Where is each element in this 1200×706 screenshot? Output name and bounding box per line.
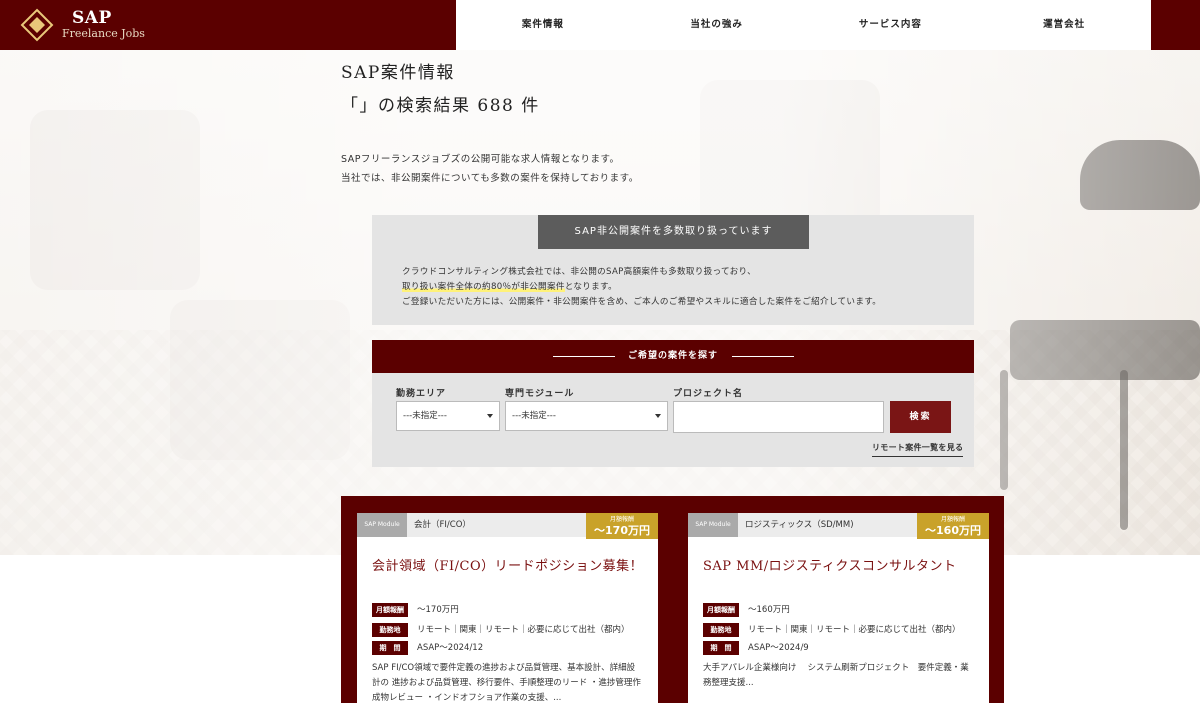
logo-text: SAP bbox=[72, 8, 112, 28]
job-title[interactable]: 会計領域（FI/CO）リードポジション募集！ bbox=[372, 555, 643, 574]
search-button[interactable]: 検索 bbox=[890, 401, 951, 433]
chevron-down-icon bbox=[487, 414, 493, 418]
search-form: 勤務エリア ---未指定--- 専門モジュール ---未指定--- プロジェクト… bbox=[372, 373, 974, 467]
search-heading-bar: ご希望の案件を探す bbox=[372, 340, 974, 373]
nav-item-strengths[interactable]: 当社の強み bbox=[630, 0, 804, 50]
job-description-line: 大手アパレル企業様向け システム刷新プロジェクト 要件定義・業 bbox=[703, 663, 969, 673]
price-badge: 月額報酬 〜160万円 bbox=[917, 513, 989, 539]
price-badge: 月額報酬 〜170万円 bbox=[586, 513, 658, 539]
job-description: SAP FI/CO領域で要件定義の進捗および品質管理、基本設計、詳細設 計の 進… bbox=[372, 661, 647, 706]
price-badge-value: 〜170万円 bbox=[594, 524, 650, 537]
page-title: SAP案件情報 bbox=[341, 63, 455, 83]
job-description: 大手アパレル企業様向け システム刷新プロジェクト 要件定義・業 務整理支援... bbox=[703, 661, 978, 691]
area-select[interactable]: ---未指定--- bbox=[396, 401, 500, 431]
search-result-count: 「」の検索結果 688 件 bbox=[341, 96, 540, 116]
row-value: リモート｜関東｜リモート｜必要に応じて出社（都内） bbox=[417, 625, 630, 635]
logo[interactable]: SAP Freelance Jobs bbox=[0, 0, 160, 50]
job-description-line: 計の 進捗および品質管理、移行要件、手順整理のリード ・進捗管理作 bbox=[372, 678, 641, 688]
private-line: ご登録いただいた方には、公開案件・非公開案件を含め、ご本人のご希望やスキルに適合… bbox=[402, 297, 882, 307]
area-label: 勤務エリア bbox=[396, 389, 447, 399]
job-card[interactable]: SAP Module 会計（FI/CO） 月額報酬 〜170万円 会計領域（FI… bbox=[357, 513, 658, 703]
nav-item-services[interactable]: サービス内容 bbox=[804, 0, 978, 50]
card-module-bar: SAP Module 会計（FI/CO） bbox=[357, 513, 586, 537]
row-value: ASAP〜2024/9 bbox=[748, 643, 809, 653]
private-line: クラウドコンサルティング株式会社では、非公開のSAP高額案件も多数取り扱っており… bbox=[402, 267, 756, 277]
nav-item-company[interactable]: 運営会社 bbox=[977, 0, 1151, 50]
module-name: 会計（FI/CO） bbox=[414, 520, 471, 530]
job-description-line: 成物レビュー ・インドオフショア作業の支援、... bbox=[372, 693, 562, 703]
row-tag: 月額報酬 bbox=[703, 603, 739, 617]
project-label: プロジェクト名 bbox=[673, 389, 744, 399]
remote-jobs-link[interactable]: リモート案件一覧を見る bbox=[872, 442, 964, 457]
row-tag: 月額報酬 bbox=[372, 603, 408, 617]
divider bbox=[732, 356, 794, 357]
row-value: リモート｜関東｜リモート｜必要に応じて出社（都内） bbox=[748, 625, 961, 635]
job-description-line: 務整理支援... bbox=[703, 678, 754, 688]
row-tag: 期 間 bbox=[372, 641, 408, 655]
module-label: 専門モジュール bbox=[505, 389, 575, 399]
module-select-value: ---未指定--- bbox=[512, 411, 556, 421]
module-name: ロジスティックス（SD/MM) bbox=[745, 520, 854, 530]
project-name-input[interactable] bbox=[673, 401, 884, 433]
private-line-rest: となります。 bbox=[564, 282, 617, 292]
private-jobs-text: クラウドコンサルティング株式会社では、非公開のSAP高額案件も多数取り扱っており… bbox=[402, 265, 881, 310]
row-value: ASAP〜2024/12 bbox=[417, 643, 484, 653]
module-tag: SAP Module bbox=[688, 513, 738, 537]
logo-icon bbox=[20, 8, 54, 42]
job-description-line: SAP FI/CO領域で要件定義の進捗および品質管理、基本設計、詳細設 bbox=[372, 663, 636, 673]
private-jobs-box: SAP非公開案件を多数取り扱っています クラウドコンサルティング株式会社では、非… bbox=[372, 215, 974, 325]
module-select[interactable]: ---未指定--- bbox=[505, 401, 668, 431]
row-value: 〜170万円 bbox=[417, 605, 459, 615]
row-value: 〜160万円 bbox=[748, 605, 790, 615]
header-bar bbox=[160, 0, 456, 50]
header-bar-right bbox=[1151, 0, 1200, 50]
chevron-down-icon bbox=[655, 414, 661, 418]
main-nav: 案件情報 当社の強み サービス内容 運営会社 bbox=[456, 0, 1151, 50]
module-tag: SAP Module bbox=[357, 513, 407, 537]
private-line: 取り扱い案件全体の約80％が非公開案件となります。 bbox=[402, 280, 881, 295]
private-jobs-heading: SAP非公開案件を多数取り扱っています bbox=[538, 215, 809, 249]
intro-text: SAPフリーランスジョブズの公開可能な求人情報となります。 当社では、非公開案件… bbox=[341, 150, 639, 188]
area-select-value: ---未指定--- bbox=[403, 411, 447, 421]
nav-item-jobs[interactable]: 案件情報 bbox=[456, 0, 630, 50]
row-tag: 期 間 bbox=[703, 641, 739, 655]
row-tag: 勤務地 bbox=[372, 623, 408, 637]
job-card[interactable]: SAP Module ロジスティックス（SD/MM) 月額報酬 〜160万円 S… bbox=[688, 513, 989, 703]
intro-line: SAPフリーランスジョブズの公開可能な求人情報となります。 bbox=[341, 154, 620, 165]
private-highlight: 取り扱い案件全体の約80％が非公開案件 bbox=[402, 282, 565, 292]
logo-subtext: Freelance Jobs bbox=[62, 27, 145, 40]
row-tag: 勤務地 bbox=[703, 623, 739, 637]
price-badge-value: 〜160万円 bbox=[925, 524, 981, 537]
intro-line: 当社では、非公開案件についても多数の案件を保持しております。 bbox=[341, 173, 639, 184]
card-module-bar: SAP Module ロジスティックス（SD/MM) bbox=[688, 513, 917, 537]
search-heading: ご希望の案件を探す bbox=[627, 351, 718, 361]
job-title[interactable]: SAP MM/ロジスティクスコンサルタント bbox=[703, 555, 957, 574]
